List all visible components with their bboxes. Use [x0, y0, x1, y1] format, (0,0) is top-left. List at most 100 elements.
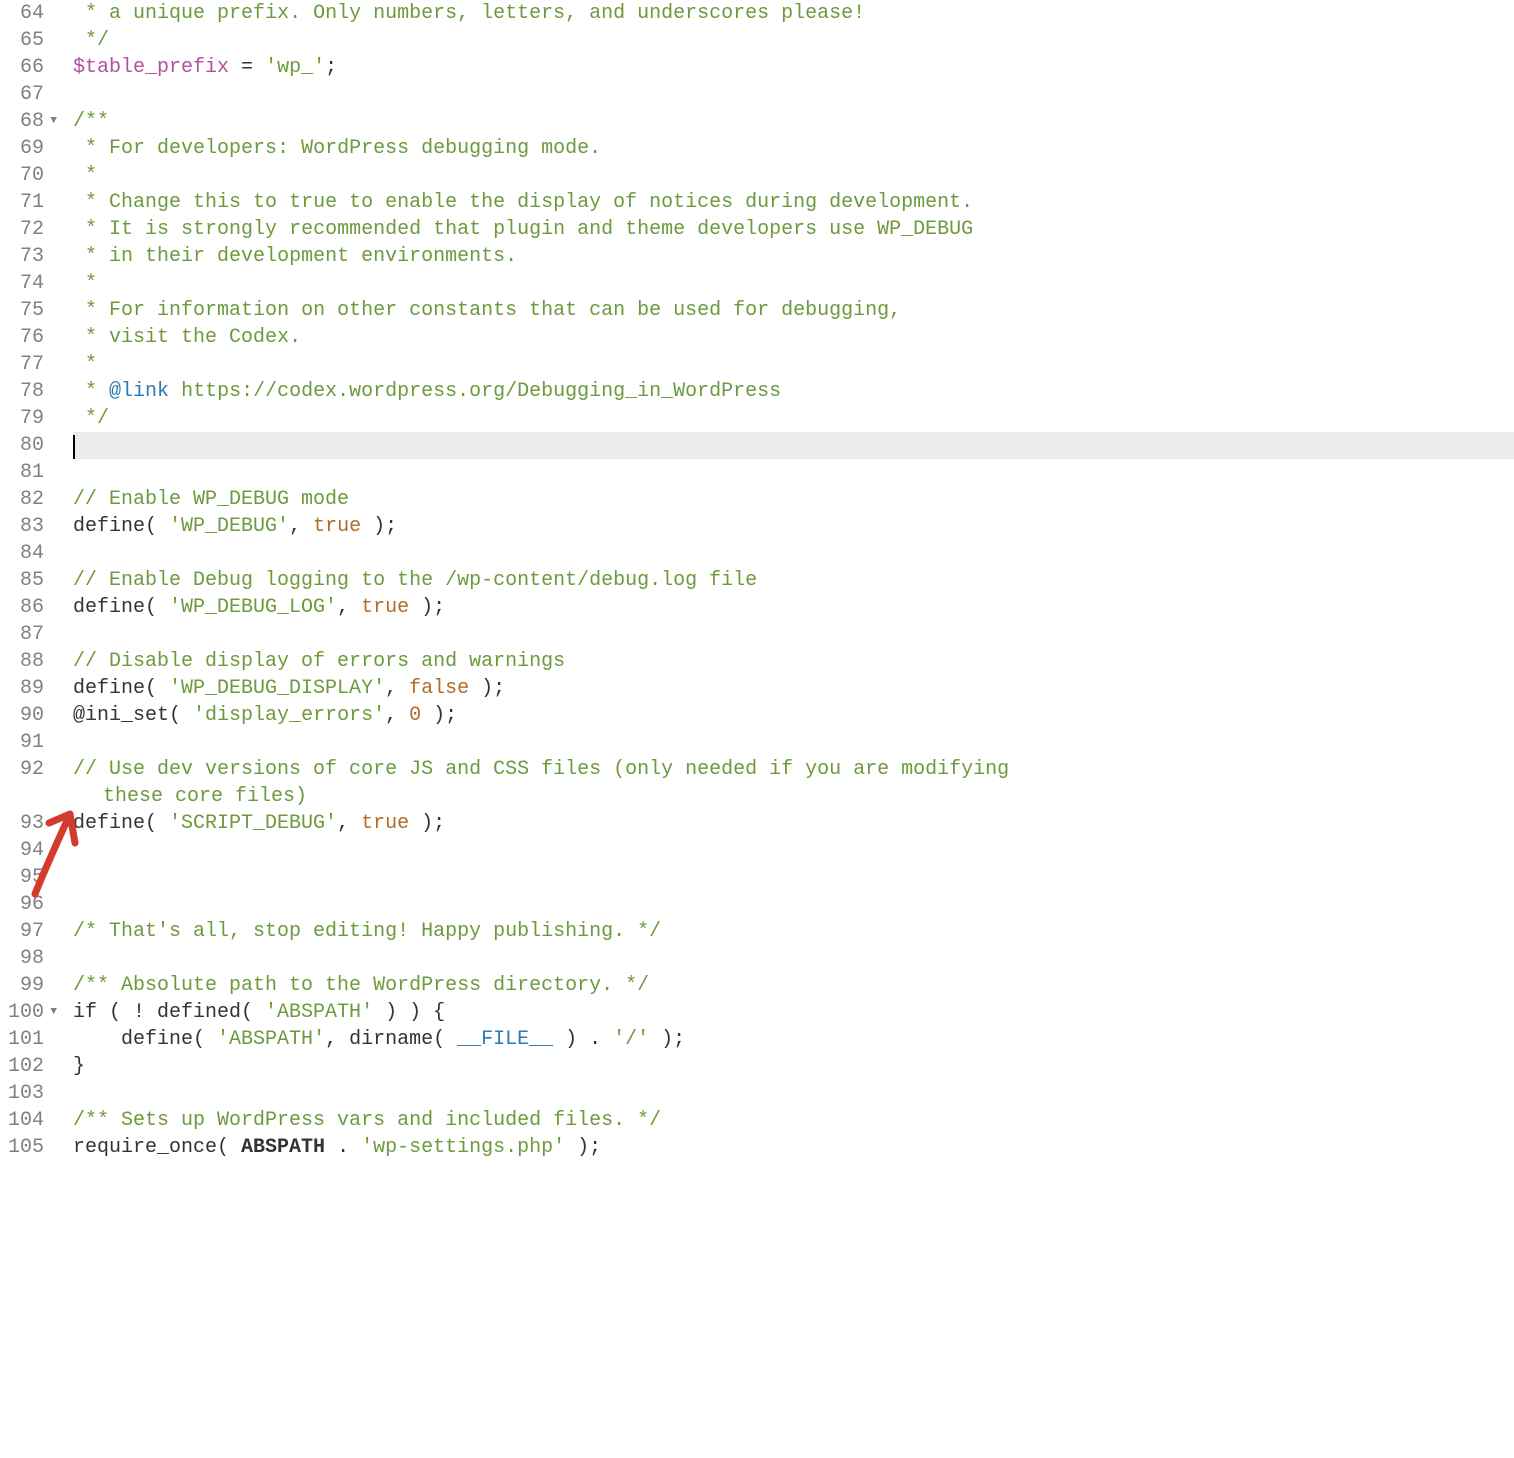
code-token: https://codex.wordpress.org/Debugging_in…	[169, 380, 781, 403]
code-token: ;	[325, 56, 337, 79]
line-number: 82	[8, 486, 57, 513]
code-line[interactable]: * in their development environments.	[73, 243, 1514, 270]
code-line[interactable]: define( 'ABSPATH', dirname( __FILE__ ) .…	[73, 1026, 1514, 1053]
code-line[interactable]: *	[73, 162, 1514, 189]
code-line[interactable]: these core files)	[73, 783, 1514, 810]
code-line[interactable]	[73, 540, 1514, 567]
code-line[interactable]: /** Sets up WordPress vars and included …	[73, 1107, 1514, 1134]
line-number: 102	[8, 1053, 57, 1080]
code-token: 'wp_'	[265, 56, 325, 79]
code-line[interactable]: * For developers: WordPress debugging mo…	[73, 135, 1514, 162]
code-token: 'WP_DEBUG_DISPLAY'	[169, 677, 385, 700]
code-editor[interactable]: 6465666768▼69707172737475767778798081828…	[0, 0, 1514, 1161]
code-line[interactable]: * It is strongly recommended that plugin…	[73, 216, 1514, 243]
line-number: 99	[8, 972, 57, 999]
line-number: 88	[8, 648, 57, 675]
line-number-gutter: 6465666768▼69707172737475767778798081828…	[0, 0, 67, 1161]
code-line[interactable]: /** Absolute path to the WordPress direc…	[73, 972, 1514, 999]
code-line[interactable]: require_once( ABSPATH . 'wp-settings.php…	[73, 1134, 1514, 1161]
code-line[interactable]: * Change this to true to enable the disp…	[73, 189, 1514, 216]
line-number: 87	[8, 621, 57, 648]
code-line[interactable]: * @link https://codex.wordpress.org/Debu…	[73, 378, 1514, 405]
code-token: define(	[73, 1028, 217, 1051]
code-line[interactable]	[73, 945, 1514, 972]
code-line[interactable]: $table_prefix = 'wp_';	[73, 54, 1514, 81]
code-line[interactable]: if ( ! defined( 'ABSPATH' ) ) {	[73, 999, 1514, 1026]
code-line[interactable]: /* That's all, stop editing! Happy publi…	[73, 918, 1514, 945]
code-line[interactable]: // Enable WP_DEBUG mode	[73, 486, 1514, 513]
code-token: @link	[109, 380, 169, 403]
code-line[interactable]: /**	[73, 108, 1514, 135]
line-number: 64	[8, 0, 57, 27]
code-token: * Change this to true to enable the disp…	[73, 191, 973, 214]
line-number: 94	[8, 837, 57, 864]
fold-toggle-icon[interactable]: ▼	[48, 114, 57, 129]
code-line[interactable]: // Enable Debug logging to the /wp-conte…	[73, 567, 1514, 594]
code-line[interactable]: */	[73, 27, 1514, 54]
code-line[interactable]: *	[73, 351, 1514, 378]
code-line[interactable]: * visit the Codex.	[73, 324, 1514, 351]
code-token: true	[361, 812, 409, 835]
code-line[interactable]: * a unique prefix. Only numbers, letters…	[73, 0, 1514, 27]
code-line[interactable]: // Use dev versions of core JS and CSS f…	[73, 756, 1514, 783]
line-number: 104	[8, 1107, 57, 1134]
code-token: ,	[337, 812, 361, 835]
line-number: 96	[8, 891, 57, 918]
code-token: ABSPATH	[241, 1136, 325, 1159]
line-number: 77	[8, 351, 57, 378]
code-line[interactable]: *	[73, 270, 1514, 297]
fold-toggle-icon[interactable]: ▼	[48, 1005, 57, 1020]
code-token: 'SCRIPT_DEBUG'	[169, 812, 337, 835]
code-token: );	[421, 704, 457, 727]
code-token: );	[409, 812, 445, 835]
code-line[interactable]	[73, 459, 1514, 486]
code-line[interactable]	[73, 891, 1514, 918]
line-number: 70	[8, 162, 57, 189]
code-line[interactable]: define( 'WP_DEBUG_DISPLAY', false );	[73, 675, 1514, 702]
code-token: define(	[73, 596, 169, 619]
line-number: 78	[8, 378, 57, 405]
code-token: * For information on other constants tha…	[73, 299, 901, 322]
code-token: ,	[337, 596, 361, 619]
code-line[interactable]	[73, 729, 1514, 756]
code-token: 0	[409, 704, 421, 727]
code-line[interactable]: * For information on other constants tha…	[73, 297, 1514, 324]
line-number: 103	[8, 1080, 57, 1107]
code-line[interactable]	[73, 864, 1514, 891]
line-number: 76	[8, 324, 57, 351]
line-number: 67	[8, 81, 57, 108]
code-line[interactable]	[73, 837, 1514, 864]
code-line[interactable]: @ini_set( 'display_errors', 0 );	[73, 702, 1514, 729]
code-line[interactable]: */	[73, 405, 1514, 432]
code-token: define(	[73, 515, 169, 538]
line-number: 84	[8, 540, 57, 567]
line-number: 65	[8, 27, 57, 54]
line-number: 73	[8, 243, 57, 270]
code-line[interactable]: }	[73, 1053, 1514, 1080]
line-number: 105	[8, 1134, 57, 1161]
code-token: ) .	[553, 1028, 613, 1051]
line-number: 66	[8, 54, 57, 81]
code-line[interactable]	[73, 81, 1514, 108]
code-token: */	[73, 407, 109, 430]
line-number: 83	[8, 513, 57, 540]
text-cursor	[73, 435, 75, 459]
line-number: 86	[8, 594, 57, 621]
code-line[interactable]	[73, 432, 1514, 459]
code-line[interactable]	[73, 1080, 1514, 1107]
line-number	[8, 783, 57, 810]
code-token: *	[73, 380, 109, 403]
code-token: , dirname(	[325, 1028, 457, 1051]
code-token: *	[73, 164, 97, 187]
code-line[interactable]: define( 'WP_DEBUG_LOG', true );	[73, 594, 1514, 621]
code-line[interactable]: define( 'SCRIPT_DEBUG', true );	[73, 810, 1514, 837]
line-number: 80	[8, 432, 57, 459]
line-number: 93	[8, 810, 57, 837]
code-line[interactable]: // Disable display of errors and warning…	[73, 648, 1514, 675]
code-line[interactable]	[73, 621, 1514, 648]
code-line[interactable]: define( 'WP_DEBUG', true );	[73, 513, 1514, 540]
code-area[interactable]: * a unique prefix. Only numbers, letters…	[67, 0, 1514, 1161]
line-number: 100▼	[8, 999, 57, 1026]
code-token: /** Sets up WordPress vars and included …	[73, 1109, 661, 1132]
code-token: ) ) {	[373, 1001, 445, 1024]
